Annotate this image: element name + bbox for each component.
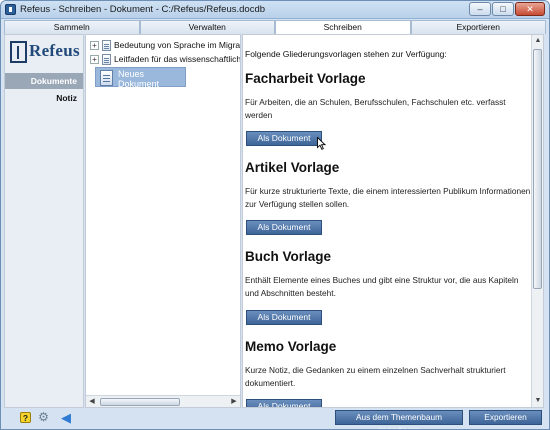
template-section: Facharbeit Vorlage Für Arbeiten, die an …: [245, 71, 531, 122]
app-icon: [5, 4, 16, 15]
tree-item-label: Leitfaden für das wissenschaftliche: [114, 54, 241, 64]
document-icon: [100, 70, 113, 86]
tree-item-selected[interactable]: Neues Dokument: [95, 67, 186, 89]
scroll-up-icon[interactable]: ▲: [533, 36, 543, 46]
template-title: Buch Vorlage: [245, 249, 332, 264]
horizontal-scrollbar[interactable]: ◀ ▶: [86, 395, 240, 407]
template-description: Für kurze strukturierte Texte, die einem…: [245, 186, 531, 209]
template-description: Enthält Elemente eines Buches und gibt e…: [245, 275, 519, 298]
intro-text: Folgende Gliederungsvorlagen stehen zur …: [245, 49, 447, 59]
scroll-left-icon[interactable]: ◀: [87, 397, 97, 407]
sidebar-item-dokumente[interactable]: Dokumente: [5, 73, 83, 89]
tab-sammeln[interactable]: Sammeln: [4, 20, 140, 34]
template-section: Artikel Vorlage Für kurze strukturierte …: [245, 160, 531, 211]
tab-schreiben[interactable]: Schreiben: [275, 20, 411, 34]
expand-toggle-icon[interactable]: +: [90, 40, 99, 50]
maximize-button[interactable]: □: [492, 2, 514, 16]
refeus-logo: Refeus: [8, 41, 82, 63]
gear-icon[interactable]: ⚙: [37, 411, 50, 424]
scroll-right-icon[interactable]: ▶: [229, 397, 239, 407]
mouse-cursor-icon: [317, 137, 326, 150]
sidebar: Refeus Dokumente Notiz: [4, 34, 84, 408]
template-section: Buch Vorlage Enthält Elemente eines Buch…: [245, 249, 531, 300]
tab-exportieren[interactable]: Exportieren: [410, 20, 546, 34]
bottom-toolbar: ? ⚙ ◀ Aus dem Themenbaum importieren Exp…: [1, 408, 549, 429]
close-button[interactable]: ✕: [515, 2, 545, 16]
template-title: Facharbeit Vorlage: [245, 71, 366, 86]
template-panel: Folgende Gliederungsvorlagen stehen zur …: [242, 34, 544, 408]
as-document-button[interactable]: Als Dokument: [246, 399, 322, 407]
vertical-scrollbar[interactable]: ▲ ▼: [531, 35, 543, 407]
template-section: Memo Vorlage Kurze Notiz, die Gedanken z…: [245, 339, 531, 390]
template-description: Für Arbeiten, die an Schulen, Berufsschu…: [245, 97, 506, 120]
back-arrow-icon[interactable]: ◀: [61, 411, 75, 424]
minimize-button[interactable]: –: [469, 2, 491, 16]
as-document-button[interactable]: Als Dokument: [246, 310, 322, 325]
scroll-thumb[interactable]: [100, 398, 180, 406]
export-button[interactable]: Exportieren: [469, 410, 542, 425]
tree-item-label: Bedeutung von Sprache im Migratio: [114, 40, 241, 50]
document-tree[interactable]: + Bedeutung von Sprache im Migratio + Le…: [85, 34, 241, 408]
document-icon: [102, 39, 111, 51]
window-controls: – □ ✕: [469, 2, 545, 16]
sidebar-item-notiz[interactable]: Notiz: [5, 90, 83, 106]
tree-item-label: Neues Dokument: [118, 69, 160, 89]
logo-text: Refeus: [29, 41, 80, 60]
application-window: Refeus - Schreiben - Dokument - C:/Refeu…: [0, 0, 550, 430]
window-title: Refeus - Schreiben - Dokument - C:/Refeu…: [20, 4, 266, 15]
title-bar[interactable]: Refeus - Schreiben - Dokument - C:/Refeu…: [1, 1, 549, 19]
scroll-down-icon[interactable]: ▼: [533, 396, 543, 406]
help-icon[interactable]: ?: [20, 412, 31, 423]
import-from-topic-tree-button[interactable]: Aus dem Themenbaum importieren: [335, 410, 463, 429]
as-document-button[interactable]: Als Dokument: [246, 220, 322, 235]
logo-mark-icon: [10, 41, 27, 63]
tab-verwalten[interactable]: Verwalten: [139, 20, 275, 34]
expand-toggle-icon[interactable]: +: [90, 54, 99, 64]
tree-item[interactable]: + Leitfaden für das wissenschaftliche: [90, 53, 241, 65]
scroll-thumb[interactable]: [533, 49, 542, 289]
main-tabs: Sammeln Verwalten Schreiben Exportieren: [4, 20, 546, 34]
document-icon: [102, 53, 111, 65]
tree-item[interactable]: + Bedeutung von Sprache im Migratio: [90, 39, 241, 51]
template-title: Artikel Vorlage: [245, 160, 340, 175]
template-list: Folgende Gliederungsvorlagen stehen zur …: [243, 35, 531, 407]
template-description: Kurze Notiz, die Gedanken zu einem einze…: [245, 365, 506, 388]
template-title: Memo Vorlage: [245, 339, 337, 354]
as-document-button[interactable]: Als Dokument: [246, 131, 322, 146]
